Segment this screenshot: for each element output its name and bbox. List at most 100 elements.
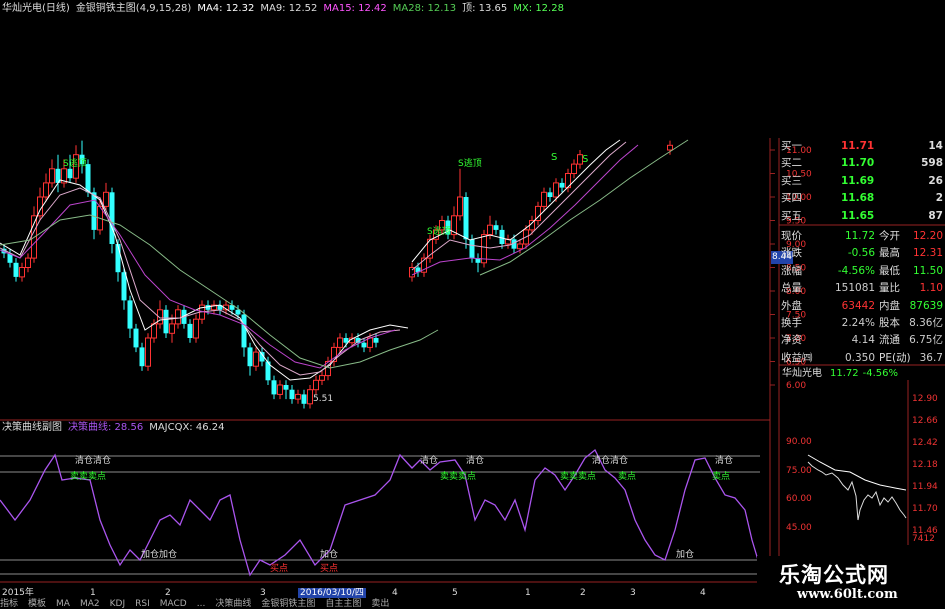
ma4-value: MA4: 12.32	[197, 3, 255, 14]
indicator-tab[interactable]: MA2	[80, 599, 100, 609]
stat-value: 2.24%	[841, 316, 875, 329]
bid-row: 买四 11.68 2	[779, 190, 945, 207]
stat-value: 4.14	[851, 334, 875, 347]
stat-value-2: 87639	[909, 299, 943, 312]
logo-title: 乐淘公式网	[779, 562, 889, 587]
candle-body	[169, 323, 175, 334]
stat-label: 收益㈣	[781, 351, 813, 364]
candle-body	[133, 328, 139, 348]
stat-row: 涨幅 -4.56% 最低 11.50	[779, 263, 945, 280]
candle-body	[67, 168, 73, 179]
indicator-tab[interactable]: 自主主图	[325, 599, 361, 609]
stat-label-2: 流通	[879, 334, 900, 347]
moving-average-group	[0, 139, 689, 381]
indicator-tab[interactable]: KDJ	[110, 599, 126, 609]
stat-label: 净资	[781, 334, 802, 347]
stat-value-2: 11.50	[912, 264, 943, 277]
ma15-value: MA15: 12.42	[323, 3, 387, 14]
majcqx-value: MAJCQX: 46.24	[149, 422, 225, 433]
candle-body	[145, 337, 151, 367]
bid-price: 11.68	[841, 192, 875, 205]
chart-annotation: S逃顶	[458, 157, 482, 169]
bid-volume: 87	[928, 209, 943, 222]
chart-annotation: S	[551, 152, 557, 163]
indicator-panel-name[interactable]: 决策曲线副图	[2, 422, 62, 433]
candle-body	[367, 337, 373, 348]
decision-curve	[0, 448, 759, 577]
stat-row: 涨跌 -0.56 最高 12.31	[779, 245, 945, 262]
stat-value: -4.56%	[837, 264, 875, 277]
ma-line	[0, 199, 396, 369]
candle-body	[571, 163, 577, 175]
bid-price: 11.69	[841, 174, 875, 187]
chart-annotation: 清仓	[715, 454, 733, 466]
candle-body	[361, 342, 367, 348]
logo-url: www.60lt.com	[797, 587, 898, 602]
candle-body	[313, 379, 319, 391]
candle-body	[469, 239, 475, 259]
mini-axis-tick: 11.70	[912, 504, 938, 514]
candle-body	[43, 182, 49, 198]
candle-body	[541, 191, 547, 207]
stat-label-2: PE(动)	[879, 351, 911, 364]
mini-axis-tick: 12.66	[912, 416, 938, 426]
candle-body	[553, 182, 559, 198]
stat-label-2: 最高	[879, 247, 900, 260]
stat-label: 总量	[781, 282, 802, 295]
stat-label: 涨幅	[781, 264, 802, 277]
stat-label: 现价	[781, 229, 802, 242]
indicator-tab[interactable]: ...	[197, 599, 206, 609]
minichart-name: 华灿光电	[782, 368, 822, 379]
date-tick: 4	[392, 588, 398, 598]
stock-name[interactable]: 华灿光电(日线)	[2, 3, 70, 14]
candle-body	[91, 192, 97, 230]
candle-body	[307, 389, 313, 405]
bid-label: 买一	[781, 140, 802, 152]
candle-body	[277, 384, 283, 395]
bid-price: 11.65	[841, 209, 875, 222]
candle-body	[247, 347, 253, 367]
indicator-curve-group	[0, 448, 759, 577]
stat-value: -0.56	[847, 247, 875, 260]
stat-value-2: 8.36亿	[909, 316, 943, 329]
indicator-tab[interactable]: RSI	[135, 599, 150, 609]
indicator-tab[interactable]: MA	[56, 599, 70, 609]
chart-annotation: 清仓清仓	[75, 454, 111, 466]
ind-tick: 60.00	[786, 494, 812, 504]
stat-row: 净资 4.14 流通 6.75亿	[779, 332, 945, 349]
indicator-tab[interactable]: 决策曲线	[215, 599, 251, 609]
date-tick: 4	[700, 588, 706, 598]
candle-body	[139, 347, 145, 367]
indicator-tab[interactable]: 金银铜铁主图	[261, 599, 315, 609]
year-label: 2015年	[2, 588, 34, 598]
chart-annotation: 卖点	[618, 471, 636, 482]
candle-body	[253, 351, 259, 367]
stat-value: 11.72	[844, 229, 875, 242]
candlestick-group	[1, 140, 673, 409]
ma28-value: MA28: 12.13	[392, 3, 457, 14]
indicator-tab[interactable]: 模板	[28, 599, 46, 609]
ind-tick: 75.00	[786, 466, 812, 476]
chart-annotation: 卖卖卖点	[560, 471, 596, 482]
indicator-tab[interactable]: MACD	[160, 599, 187, 609]
chart-annotation: 卖卖卖点	[70, 471, 106, 482]
bid-label: 买五	[781, 209, 802, 222]
candle-body	[337, 337, 343, 348]
candle-body	[547, 192, 553, 197]
candle-body	[187, 323, 193, 338]
chart-annotation: 加仓	[676, 548, 694, 560]
date-tick: 3	[630, 588, 636, 598]
candle-body	[559, 182, 565, 188]
candle-body	[301, 394, 307, 404]
indicator-name[interactable]: 金银铜铁主图(4,9,15,28)	[76, 3, 192, 14]
candle-body	[235, 309, 241, 315]
indicator-tab[interactable]: 指标	[0, 599, 18, 609]
indicator-tab[interactable]: 卖出	[371, 599, 389, 609]
candle-body	[457, 196, 463, 217]
stat-label-2: 最低	[879, 264, 900, 277]
candle-body	[193, 318, 199, 339]
curve-value: 决策曲线: 28.56	[68, 422, 144, 433]
bid-volume: 26	[928, 174, 943, 187]
date-tick: 1	[525, 588, 531, 598]
date-bar: 2015年 2016/03/10/四 1 2 3 4 5 1 2 3 4	[0, 588, 760, 598]
